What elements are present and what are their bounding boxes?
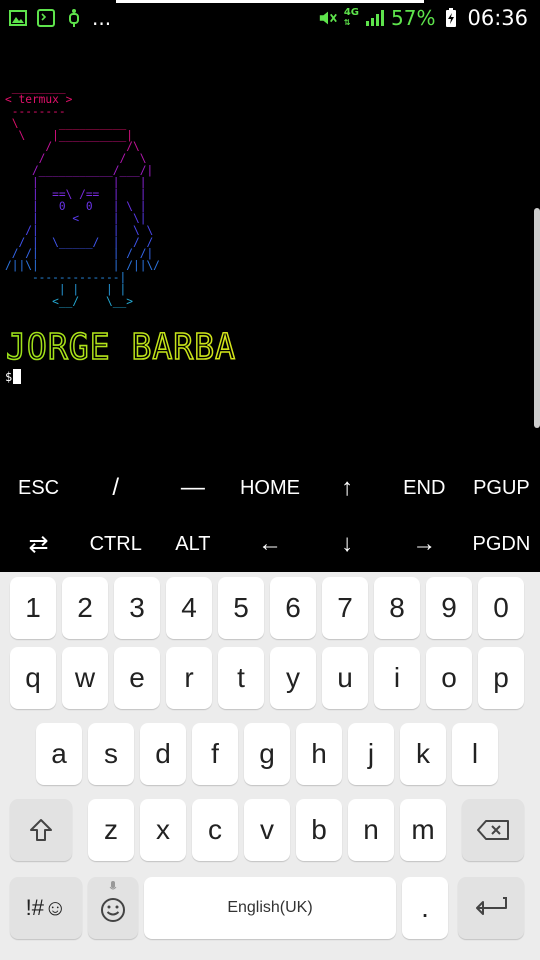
key-1[interactable]: 1: [10, 577, 56, 639]
key-l[interactable]: l: [452, 723, 498, 785]
ascii-art-line: | < | \|: [5, 211, 147, 225]
key-w[interactable]: w: [62, 647, 108, 709]
usb-icon: [64, 8, 84, 28]
symbols-key[interactable]: !#☺: [10, 877, 82, 939]
key-x[interactable]: x: [140, 799, 186, 861]
key-c[interactable]: c: [192, 799, 238, 861]
key-t[interactable]: t: [218, 647, 264, 709]
ctrl-key[interactable]: CTRL: [77, 516, 154, 572]
mic-icon: [109, 881, 117, 890]
ascii-art-line: /| | \ \: [5, 223, 154, 237]
more-notifications-indicator: ...: [92, 6, 112, 30]
period-key[interactable]: .: [402, 877, 448, 939]
banner-text: JORGE BARBA: [5, 326, 246, 372]
ascii-art-line: --------: [5, 104, 66, 118]
terminal-scrollbar[interactable]: [534, 208, 540, 428]
network-type-label: 4G: [343, 7, 360, 18]
key-a[interactable]: a: [36, 723, 82, 785]
key-7[interactable]: 7: [322, 577, 368, 639]
key-z[interactable]: z: [88, 799, 134, 861]
extra-keys-row-1: ESC / — HOME ↑ END PGUP: [0, 460, 540, 516]
clock: 06:36: [467, 6, 528, 30]
key-y[interactable]: y: [270, 647, 316, 709]
key-s[interactable]: s: [88, 723, 134, 785]
arrow-down-key[interactable]: ↓: [309, 516, 386, 572]
key-0[interactable]: 0: [478, 577, 524, 639]
space-bar[interactable]: English(UK): [144, 877, 396, 939]
esc-key[interactable]: ESC: [0, 460, 77, 516]
terminal-icon: [36, 8, 56, 28]
key-v[interactable]: v: [244, 799, 290, 861]
battery-percentage: 57%: [391, 6, 436, 30]
pgdn-key[interactable]: PGDN: [463, 516, 540, 572]
enter-icon: [476, 897, 507, 915]
ascii-art-line: <__/ \__>: [5, 295, 133, 309]
notification-icons: ...: [8, 8, 111, 28]
key-6[interactable]: 6: [270, 577, 316, 639]
prompt-symbol: $: [5, 369, 13, 384]
key-4[interactable]: 4: [166, 577, 212, 639]
key-e[interactable]: e: [114, 647, 160, 709]
tab-key[interactable]: ⇄: [0, 516, 77, 572]
key-h[interactable]: h: [296, 723, 342, 785]
key-2[interactable]: 2: [62, 577, 108, 639]
gallery-icon: [8, 8, 28, 28]
key-5[interactable]: 5: [218, 577, 264, 639]
dash-key[interactable]: —: [154, 460, 231, 516]
key-j[interactable]: j: [348, 723, 394, 785]
arrow-right-key[interactable]: →: [386, 516, 463, 572]
system-indicators: 4G ⇅ 57% 06:36: [318, 6, 528, 30]
pgup-key[interactable]: PGUP: [463, 460, 540, 516]
ascii-art-line: | 0 0 | \ |: [5, 199, 147, 213]
key-9[interactable]: 9: [426, 577, 472, 639]
key-u[interactable]: u: [322, 647, 368, 709]
data-arrows-icon: ⇅: [343, 18, 351, 27]
arrow-left-key[interactable]: ←: [231, 516, 308, 572]
emoji-key[interactable]: [88, 877, 138, 939]
key-r[interactable]: r: [166, 647, 212, 709]
shift-key[interactable]: [10, 799, 72, 861]
key-g[interactable]: g: [244, 723, 290, 785]
alt-key[interactable]: ALT: [154, 516, 231, 572]
text-cursor: [13, 369, 22, 384]
key-p[interactable]: p: [478, 647, 524, 709]
slash-key[interactable]: /: [77, 460, 154, 516]
extra-keys-row-2: ⇄ CTRL ALT ← ↓ → PGDN: [0, 516, 540, 572]
key-n[interactable]: n: [348, 799, 394, 861]
ascii-art-line: \ __________: [5, 116, 127, 130]
key-f[interactable]: f: [192, 723, 238, 785]
status-bar: ... 4G ⇅ 57% 06:36: [0, 0, 540, 38]
key-m[interactable]: m: [400, 799, 446, 861]
shell-prompt[interactable]: $: [5, 369, 22, 384]
key-d[interactable]: d: [140, 723, 186, 785]
enter-key[interactable]: [458, 877, 524, 939]
arrow-up-key[interactable]: ↑: [309, 460, 386, 516]
smiley-icon: [101, 898, 125, 922]
key-o[interactable]: o: [426, 647, 472, 709]
key-b[interactable]: b: [296, 799, 342, 861]
signal-strength-icon: [365, 8, 385, 28]
backspace-key[interactable]: [462, 799, 524, 861]
extra-keys-bar: ESC / — HOME ↑ END PGUP ⇄ CTRL ALT ← ↓ →…: [0, 460, 540, 572]
key-q[interactable]: q: [10, 647, 56, 709]
end-key[interactable]: END: [386, 460, 463, 516]
battery-charging-icon: [441, 8, 461, 28]
status-bar-highlight: [116, 0, 424, 3]
shift-icon: [30, 819, 52, 841]
backspace-icon: [477, 820, 509, 840]
key-k[interactable]: k: [400, 723, 446, 785]
home-key[interactable]: HOME: [231, 460, 308, 516]
termux-ascii-art: ________ < termux > -------- \ __________…: [5, 82, 160, 308]
soft-keyboard: 1 2 3 4 5 6 7 8 9 0 q w e r t y u i o p …: [0, 572, 540, 960]
muted-speaker-icon: [318, 8, 338, 28]
key-8[interactable]: 8: [374, 577, 420, 639]
terminal-view[interactable]: ________ < termux > -------- \ __________…: [0, 38, 540, 468]
ascii-art-line: < termux >: [5, 92, 73, 106]
key-3[interactable]: 3: [114, 577, 160, 639]
banner-label: JORGE BARBA: [6, 327, 236, 368]
network-type-indicator: 4G ⇅: [344, 8, 359, 28]
key-i[interactable]: i: [374, 647, 420, 709]
